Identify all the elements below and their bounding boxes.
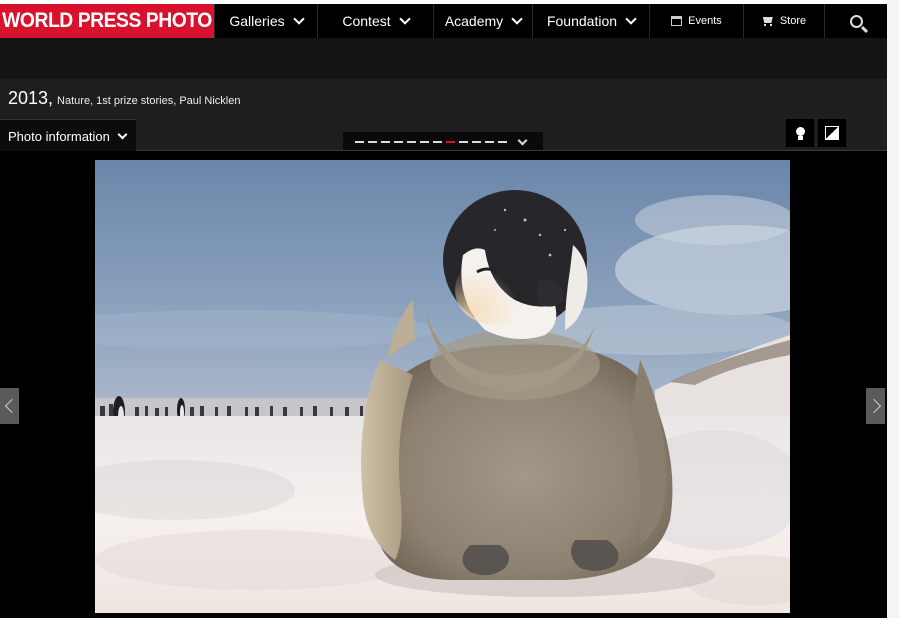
pager-dot[interactable] bbox=[420, 141, 429, 143]
previous-photo-button[interactable] bbox=[0, 388, 19, 424]
pager-dot[interactable] bbox=[394, 141, 403, 143]
pager-dot[interactable] bbox=[407, 141, 416, 143]
logo-text: WORLD PRESS PHOTO bbox=[2, 9, 212, 32]
nav-store[interactable]: Store bbox=[743, 4, 824, 38]
pager-dot[interactable] bbox=[472, 141, 481, 143]
chevron-down-icon bbox=[625, 12, 637, 25]
search-icon bbox=[849, 14, 863, 28]
lightbulb-icon bbox=[795, 126, 805, 140]
nav-store-label: Store bbox=[779, 15, 807, 27]
contrast-icon bbox=[825, 126, 839, 140]
nav-foundation[interactable]: Foundation bbox=[532, 4, 649, 38]
pager-dot[interactable] bbox=[446, 141, 455, 143]
pager-dot[interactable] bbox=[485, 141, 494, 143]
photo-information-button[interactable]: Photo information bbox=[0, 119, 136, 152]
lights-toggle-button[interactable] bbox=[786, 119, 814, 147]
logo[interactable]: WORLD PRESS PHOTO bbox=[0, 4, 214, 38]
pager-dot[interactable] bbox=[433, 141, 442, 143]
main-photo[interactable] bbox=[95, 160, 790, 613]
nav-galleries[interactable]: Galleries bbox=[214, 4, 317, 38]
cart-icon bbox=[762, 17, 774, 26]
next-photo-button[interactable] bbox=[866, 388, 885, 424]
chevron-down-icon[interactable] bbox=[517, 135, 528, 146]
chevron-down-icon bbox=[398, 12, 411, 25]
nav-contest[interactable]: Contest bbox=[317, 4, 433, 38]
chevron-down-icon bbox=[292, 12, 305, 25]
photo-information-label: Photo information bbox=[8, 128, 110, 144]
nav-academy[interactable]: Academy bbox=[433, 4, 532, 38]
chevron-down-icon bbox=[511, 12, 523, 25]
photo-pager[interactable] bbox=[343, 132, 543, 152]
pager-dot[interactable] bbox=[381, 141, 390, 143]
chevron-right-icon bbox=[866, 398, 881, 414]
chevron-left-icon bbox=[4, 398, 19, 414]
pager-dot[interactable] bbox=[459, 141, 468, 143]
nav-contest-label: Contest bbox=[342, 13, 391, 29]
nav-galleries-label: Galleries bbox=[229, 13, 285, 29]
title-year: 2013, bbox=[8, 88, 54, 108]
pager-dot[interactable] bbox=[498, 141, 507, 143]
pager-dot[interactable] bbox=[355, 141, 364, 143]
nav-academy-label: Academy bbox=[444, 13, 504, 29]
calendar-icon bbox=[671, 16, 683, 26]
nav-events[interactable]: Events bbox=[649, 4, 743, 38]
top-navigation: WORLD PRESS PHOTO Galleries Contest Acad… bbox=[0, 0, 887, 38]
page-title: 2013, Nature, 1st prize stories, Paul Nic… bbox=[8, 88, 240, 109]
photo-header: 2013, Nature, 1st prize stories, Paul Nic… bbox=[0, 79, 887, 152]
nav-foundation-label: Foundation bbox=[546, 13, 618, 29]
contrast-toggle-button[interactable] bbox=[818, 119, 846, 147]
penguin-chick-image bbox=[95, 160, 790, 613]
pager-dot[interactable] bbox=[368, 141, 377, 143]
title-details: Nature, 1st prize stories, Paul Nicklen bbox=[57, 95, 241, 107]
nav-events-label: Events bbox=[688, 15, 722, 27]
page-edge bbox=[887, 0, 899, 618]
chevron-down-icon bbox=[117, 129, 128, 139]
search-button[interactable] bbox=[824, 4, 887, 38]
